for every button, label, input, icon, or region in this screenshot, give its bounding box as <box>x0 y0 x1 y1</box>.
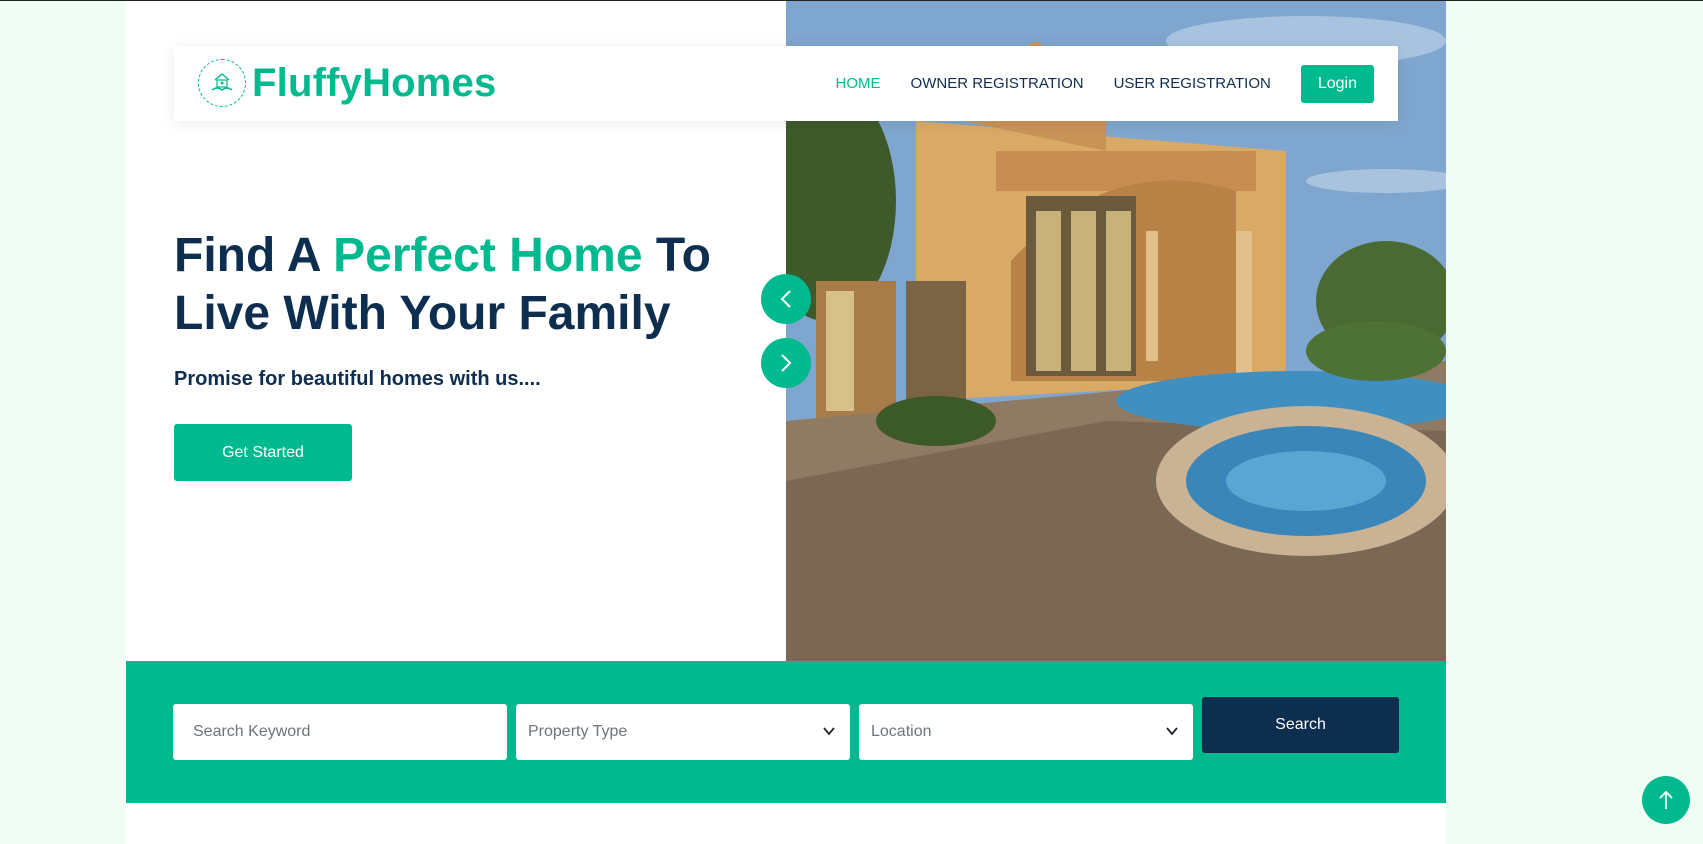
login-button[interactable]: Login <box>1300 64 1374 103</box>
search-bar: Search Keyword Property Type Location Se… <box>126 661 1446 803</box>
property-type-select[interactable]: Property Type <box>516 704 850 760</box>
get-started-button[interactable]: Get Started <box>174 424 352 481</box>
nav-link-home[interactable]: HOME <box>836 75 881 92</box>
navbar: FluffyHomes HOME OWNER REGISTRATION USER… <box>174 46 1398 121</box>
nav-link-owner-registration[interactable]: OWNER REGISTRATION <box>911 75 1084 92</box>
page-container: FluffyHomes HOME OWNER REGISTRATION USER… <box>126 1 1446 844</box>
back-to-top-button[interactable] <box>1642 776 1690 824</box>
chevron-left-icon <box>780 290 791 308</box>
arrow-up-icon <box>1659 790 1673 809</box>
location-select[interactable]: Location <box>859 704 1193 760</box>
hero-title: Find A Perfect Home To Live With Your Fa… <box>174 227 774 343</box>
house-handshake-icon <box>198 59 246 107</box>
brand-name: FluffyHomes <box>252 60 497 105</box>
brand[interactable]: FluffyHomes <box>198 59 496 107</box>
property-type-value: Property Type <box>528 723 628 740</box>
hero-subtitle: Promise for beautiful homes with us.... <box>174 368 541 390</box>
chevron-right-icon <box>781 354 792 372</box>
search-button[interactable]: Search <box>1202 697 1399 753</box>
carousel-next-button[interactable] <box>761 338 811 388</box>
chevron-down-icon <box>1166 727 1178 736</box>
nav-link-user-registration[interactable]: USER REGISTRATION <box>1114 75 1271 92</box>
hero-title-accent: Perfect Home <box>333 229 643 282</box>
nav-menu: HOME OWNER REGISTRATION USER REGISTRATIO… <box>806 46 1374 121</box>
carousel-prev-button[interactable] <box>761 274 811 324</box>
chevron-down-icon <box>823 727 835 736</box>
search-keyword-input[interactable]: Search Keyword <box>173 704 507 760</box>
hero-title-part1: Find A <box>174 229 334 282</box>
location-value: Location <box>871 723 932 740</box>
